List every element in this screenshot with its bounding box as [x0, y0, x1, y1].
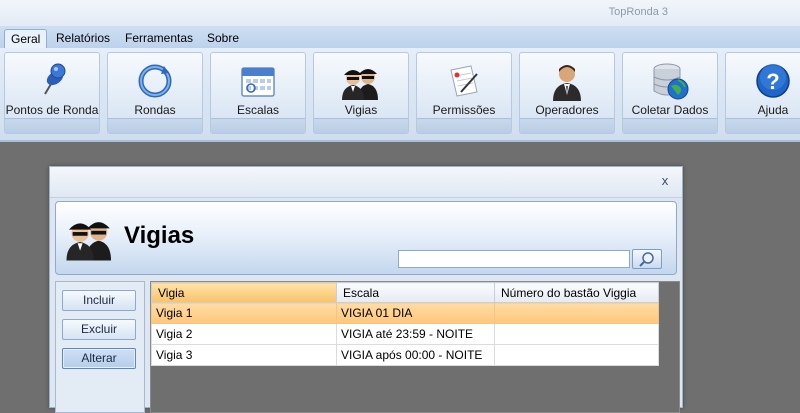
ribbon-button-permissoes[interactable]: Permissões: [416, 52, 512, 134]
tab-geral[interactable]: Geral: [4, 29, 48, 49]
ribbon-button-operadores[interactable]: Operadores: [519, 52, 615, 134]
column-header-escala[interactable]: Escala: [336, 282, 495, 303]
table-row[interactable]: Vigia 1 VIGIA 01 DIA: [151, 302, 659, 324]
table-row[interactable]: Vigia 3 VIGIA após 00:00 - NOITE: [151, 344, 659, 366]
refresh-circle-icon: [138, 64, 172, 98]
ribbon-label-vigias: Vigias: [344, 103, 378, 117]
column-header-numero-bastao[interactable]: Número do bastão Viggia: [494, 282, 659, 303]
ribbon-button-pontos-de-ronda[interactable]: Pontos de Ronda: [4, 52, 100, 134]
column-header-vigia[interactable]: Vigia: [151, 282, 337, 303]
cell-escala[interactable]: VIGIA 01 DIA: [336, 302, 495, 324]
cell-vigia[interactable]: Vigia 3: [151, 344, 337, 366]
tab-relatorios[interactable]: Relatórios: [50, 29, 116, 48]
ribbon: Pontos de Ronda Rondas Escalas Vigias Pe…: [0, 48, 800, 142]
search-icon: [639, 252, 654, 267]
cell-vigia[interactable]: Vigia 1: [151, 302, 337, 324]
guards-icon: [342, 69, 378, 100]
ribbon-label-coletar-dados: Coletar Dados: [631, 103, 709, 117]
page-title: Vigias: [124, 222, 195, 249]
calendar-icon: [241, 67, 275, 97]
ribbon-button-ajuda[interactable]: ? Ajuda: [725, 52, 800, 134]
delete-button[interactable]: Excluir: [62, 319, 136, 340]
dialog-header: Vigias: [55, 201, 677, 275]
tab-ferramentas[interactable]: Ferramentas: [119, 29, 199, 48]
ribbon-label-escalas: Escalas: [236, 103, 280, 117]
document-pen-icon: [450, 65, 478, 97]
cell-numero-bastao[interactable]: [494, 344, 659, 366]
cell-numero-bastao[interactable]: [494, 302, 659, 324]
cell-vigia[interactable]: Vigia 2: [151, 323, 337, 345]
table-row[interactable]: Vigia 2 VIGIA até 23:59 - NOITE: [151, 323, 659, 345]
ribbon-label-ajuda: Ajuda: [757, 103, 789, 117]
search-button[interactable]: [632, 249, 662, 269]
close-icon[interactable]: x: [658, 173, 672, 189]
database-globe-icon: [653, 63, 689, 100]
actions-panel: Incluir Excluir Alterar: [55, 281, 145, 413]
search-input[interactable]: [398, 250, 630, 268]
ribbon-label-operadores: Operadores: [535, 103, 599, 117]
dialog-title-bar: x: [50, 167, 682, 198]
ribbon-label-rondas: Rondas: [134, 103, 176, 117]
help-icon: ?: [756, 64, 790, 98]
svg-text:?: ?: [766, 69, 779, 94]
ribbon-label-permissoes: Permissões: [432, 103, 496, 117]
operator-icon: [553, 65, 581, 101]
cell-escala[interactable]: VIGIA após 00:00 - NOITE: [336, 344, 495, 366]
ribbon-button-rondas[interactable]: Rondas: [107, 52, 203, 134]
tab-sobre[interactable]: Sobre: [201, 29, 245, 48]
include-button[interactable]: Incluir: [62, 290, 136, 311]
vigias-table: Vigia Escala Número do bastão Viggia Vig…: [151, 282, 659, 366]
vigias-grid: Vigia Escala Número do bastão Viggia Vig…: [150, 281, 680, 413]
app-title: TopRonda 3: [608, 6, 668, 18]
ribbon-button-vigias[interactable]: Vigias: [313, 52, 409, 134]
vigias-dialog: x Vigias Incluir Excluir Alterar Vigia E…: [49, 166, 683, 413]
ribbon-label-pontos-de-ronda: Pontos de Ronda: [5, 103, 99, 117]
table-header-row: Vigia Escala Número do bastão Viggia: [151, 282, 659, 303]
pushpin-icon: [44, 63, 66, 95]
ribbon-tab-bar: Geral Relatórios Ferramentas Sobre: [0, 26, 800, 49]
edit-button[interactable]: Alterar: [62, 348, 136, 369]
cell-escala[interactable]: VIGIA até 23:59 - NOITE: [336, 323, 495, 345]
cell-numero-bastao[interactable]: [494, 323, 659, 345]
ribbon-button-coletar-dados[interactable]: Coletar Dados: [622, 52, 718, 134]
title-bar: TopRonda 3: [0, 0, 800, 26]
guards-icon: [66, 222, 112, 261]
ribbon-button-escalas[interactable]: Escalas: [210, 52, 306, 134]
